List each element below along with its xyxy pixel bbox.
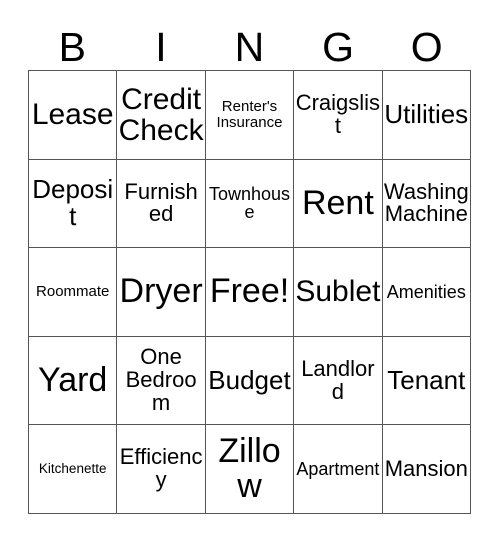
bingo-cell-label: Deposit [32,174,114,232]
bingo-cell[interactable]: Credit Check [117,71,206,160]
bingo-cell[interactable]: Craigslist [294,71,383,160]
bingo-header-row: B I N G O [28,16,471,70]
bingo-cell[interactable]: Lease [29,71,118,160]
header-letter-n: N [234,24,265,70]
bingo-cell[interactable]: Sublet [294,248,383,337]
bingo-grid: Lease Credit Check Renter's Insurance Craig… [28,70,471,514]
bingo-cell[interactable]: Yard [29,336,118,426]
bingo-cell[interactable]: Deposit [29,159,118,249]
bingo-cell-label: Lease [31,98,114,132]
header-letter-g: G [322,24,355,70]
bingo-cell[interactable]: Mansion [382,425,471,514]
bingo-cell[interactable]: Amenities [382,248,471,337]
bingo-card: B I N G O Lease Credit Check Renter's Insu… [0,0,500,544]
bingo-cell-label: Amenities [386,281,466,302]
bingo-cell-free[interactable]: Free! [205,248,295,337]
bingo-cell[interactable]: Furnished [117,159,206,249]
bingo-cell[interactable]: Budget [205,336,295,426]
bingo-cell-label: Efficiency [119,444,203,493]
bingo-cell-label: Yard [38,360,108,399]
bingo-cell-label: Utilities [384,99,469,130]
bingo-cell[interactable]: Dryer [117,248,206,337]
bingo-cell[interactable]: Utilities [382,71,471,160]
bingo-cell-label: One Bedroom [125,344,197,416]
header-letter-i: I [155,24,167,70]
bingo-cell[interactable]: Washing Machine [382,159,471,249]
bingo-cell-label: Free! [209,272,290,311]
bingo-cell-label: Apartment [296,458,380,479]
bingo-cell[interactable]: One Bedroom [117,336,206,426]
bingo-cell-label: Mansion [384,455,468,481]
bingo-cell-label: Sublet [295,275,381,309]
bingo-cell[interactable]: Roommate [29,248,118,337]
bingo-cell[interactable]: Landlord [294,336,383,426]
bingo-cell[interactable]: Apartment [294,425,383,514]
bingo-cell-label: Landlord [301,355,375,404]
header-letter-b: B [58,24,86,70]
bingo-cell-label: Tenant [387,365,466,396]
bingo-cell[interactable]: Renter's Insurance [205,71,295,160]
bingo-cell-label: Furnished [124,178,198,227]
bingo-cell-label: Dryer [119,272,203,311]
bingo-cell[interactable]: Zillow [205,425,295,514]
bingo-cell-label: Renter's Insurance [216,98,283,131]
bingo-cell[interactable]: Kitchenette [29,425,118,514]
bingo-cell-label: Rent [301,183,374,222]
bingo-cell-label: Credit Check [118,82,204,147]
bingo-cell-label: Townhouse [208,183,291,223]
bingo-cell-label: Craigslist [295,89,381,138]
header-letter-o: O [410,24,443,70]
bingo-cell-label: Roommate [36,283,110,301]
bingo-cell-label: Budget [208,365,291,396]
bingo-cell-label: Zillow [218,431,281,506]
bingo-cell[interactable]: Townhouse [205,159,295,249]
bingo-cell[interactable]: Tenant [382,336,471,426]
bingo-cell-label: Kitchenette [38,461,107,477]
bingo-cell[interactable]: Rent [294,159,383,249]
bingo-cell-label: Washing Machine [383,178,469,227]
bingo-cell[interactable]: Efficiency [117,425,206,514]
